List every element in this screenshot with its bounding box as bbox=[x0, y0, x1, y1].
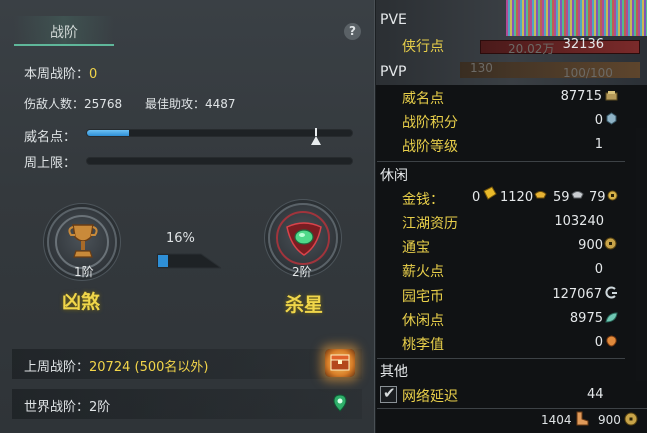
reward-chest-icon[interactable] bbox=[325, 349, 355, 377]
pvp-header: PVP bbox=[380, 64, 407, 80]
money-gold-value: 1120 bbox=[500, 190, 534, 205]
pvp-item-label: 战阶积分 bbox=[402, 115, 458, 131]
section-divider bbox=[377, 358, 625, 359]
tab-rank[interactable]: 战阶 bbox=[14, 16, 114, 46]
map-pin-icon[interactable] bbox=[333, 394, 347, 412]
panel-title: 战阶 bbox=[50, 25, 78, 41]
other-header: 其他 bbox=[380, 364, 408, 380]
prestige-cap-marker-line bbox=[315, 128, 317, 136]
pvp-item-value: 1 bbox=[594, 137, 603, 152]
leisure-item-label: 薪火点 bbox=[402, 264, 444, 280]
money-silver-value: 59 bbox=[553, 190, 570, 205]
weekly-rank-value: 0 bbox=[89, 67, 98, 82]
latency-value: 44 bbox=[587, 387, 604, 402]
footer-points-value: 1404 bbox=[541, 413, 572, 427]
pvp-item-label: 战阶等级 bbox=[402, 139, 458, 155]
prestige-bar-fill bbox=[87, 130, 130, 136]
leisure-item-label: 休闲点 bbox=[402, 313, 444, 329]
checkmark-icon: ✔ bbox=[383, 384, 396, 402]
leisure-header: 休闲 bbox=[380, 168, 408, 184]
next-rank-name: 杀星 bbox=[285, 294, 324, 316]
trophy-icon bbox=[68, 224, 98, 258]
silver-coin-icon bbox=[571, 191, 584, 199]
weekly-rank-row: 本周战阶：0 bbox=[24, 63, 97, 82]
defeated-row: 伤敌人数：25768 bbox=[24, 95, 122, 112]
leisure-item-value: 900 bbox=[578, 238, 603, 253]
world-rank-value: 2阶 bbox=[89, 400, 111, 415]
peach-icon bbox=[606, 335, 617, 347]
defeated-value: 25768 bbox=[84, 97, 123, 111]
star-killer-icon bbox=[286, 222, 322, 256]
prestige-icon bbox=[605, 91, 618, 101]
help-button[interactable]: ? bbox=[344, 23, 361, 40]
leisure-item-label: 园宅币 bbox=[402, 289, 444, 305]
latency-checkbox[interactable]: ✔ bbox=[380, 384, 397, 403]
current-rank-name: 凶煞 bbox=[62, 291, 101, 313]
pve-item-value: 32136 bbox=[562, 37, 604, 52]
money-label: 金钱： bbox=[402, 192, 444, 208]
hud-buff-strip bbox=[506, 0, 647, 36]
leisure-item-label: 桃李值 bbox=[402, 337, 444, 353]
money-copper-value: 79 bbox=[589, 190, 606, 205]
weekly-rank-label: 本周战阶： bbox=[24, 67, 90, 82]
money-gold-bar-value: 0 bbox=[472, 190, 481, 205]
leisure-item-value: 0 bbox=[594, 262, 603, 277]
copper-coin-icon bbox=[607, 190, 618, 201]
gold-coin-icon bbox=[534, 191, 547, 199]
world-rank-row: 世界战阶：2阶 bbox=[24, 396, 110, 415]
pvp-item-value: 0 bbox=[594, 113, 603, 128]
hud-hp-bar bbox=[480, 40, 640, 54]
weekly-cap-bar bbox=[86, 157, 353, 165]
last-week-value: 20724 (500名以外) bbox=[89, 360, 209, 375]
assist-value: 4487 bbox=[205, 97, 236, 111]
leisure-item-label: 江湖资历 bbox=[402, 216, 458, 232]
pve-item-label: 侠行点 bbox=[402, 39, 444, 55]
hud-mp-text: 100/100 bbox=[563, 66, 613, 80]
gold-ingot-icon bbox=[483, 186, 497, 200]
leaf-icon bbox=[605, 312, 618, 323]
leisure-item-label: 通宝 bbox=[402, 240, 430, 256]
tongbao-coin-icon bbox=[624, 412, 638, 426]
weekly-cap-label: 周上限： bbox=[24, 156, 77, 171]
pvp-item-label: 威名点 bbox=[402, 91, 444, 107]
pve-header: PVE bbox=[380, 12, 407, 28]
defeated-label: 伤敌人数： bbox=[24, 97, 85, 111]
rank-progress-bar bbox=[157, 250, 221, 270]
rank-progress-percent: 16% bbox=[166, 231, 195, 246]
pvp-item-value: 87715 bbox=[560, 89, 602, 104]
last-week-label: 上周战阶： bbox=[24, 360, 90, 375]
current-rank-level: 1阶 bbox=[74, 265, 94, 279]
rank-points-icon bbox=[606, 112, 617, 125]
home-coin-icon bbox=[605, 286, 617, 299]
tongbao-coin-icon bbox=[604, 237, 617, 250]
leisure-item-value: 0 bbox=[594, 335, 603, 350]
latency-label: 网络延迟 bbox=[402, 389, 458, 405]
boot-icon bbox=[576, 411, 589, 426]
next-rank-level: 2阶 bbox=[292, 265, 312, 279]
assist-row: 最佳助攻：4487 bbox=[145, 95, 236, 112]
prestige-label: 威名点： bbox=[24, 130, 77, 145]
hud-level-text: 130 bbox=[470, 61, 493, 75]
footer-tongbao-value: 900 bbox=[598, 413, 621, 427]
hud-hp-text: 20.02万 bbox=[508, 42, 555, 56]
footer-divider bbox=[377, 408, 647, 409]
assist-label: 最佳助攻： bbox=[145, 97, 206, 111]
rank-progress-fill bbox=[158, 255, 168, 267]
leisure-item-value: 103240 bbox=[554, 214, 604, 229]
world-rank-label: 世界战阶： bbox=[24, 400, 90, 415]
prestige-cap-marker bbox=[311, 136, 321, 145]
section-divider bbox=[377, 161, 625, 162]
leisure-item-value: 127067 bbox=[552, 287, 602, 302]
leisure-item-value: 8975 bbox=[569, 311, 603, 326]
last-week-row: 上周战阶：20724 (500名以外) bbox=[24, 356, 208, 375]
